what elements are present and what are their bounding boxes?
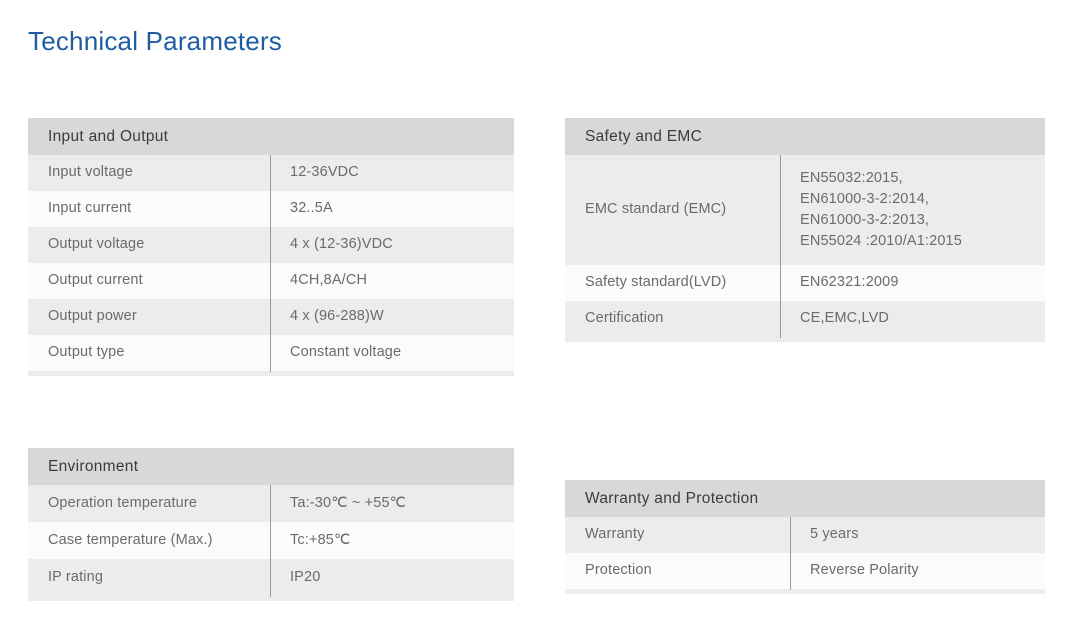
table-row: Operation temperature Ta:-30℃ ~ +55℃ xyxy=(28,485,514,522)
table-environment: Environment Operation temperature Ta:-30… xyxy=(28,448,514,601)
row-value: Constant voltage xyxy=(290,344,402,361)
table-header-warranty-and-protection: Warranty and Protection xyxy=(565,480,1045,517)
table-row: Output power 4 x (96-288)W xyxy=(28,299,514,335)
table-body-safety-and-emc: EMC standard (EMC) EN55032:2015, EN61000… xyxy=(565,155,1045,342)
table-row: Input voltage 12-36VDC xyxy=(28,155,514,191)
row-label: Output current xyxy=(48,272,143,289)
row-label: Output voltage xyxy=(48,236,145,253)
row-value: 4 x (12-36)VDC xyxy=(290,236,393,253)
row-value: Ta:-30℃ ~ +55℃ xyxy=(290,494,407,511)
table-row: Input current 32..5A xyxy=(28,191,514,227)
row-label: Certification xyxy=(585,310,664,327)
table-warranty-and-protection: Warranty and Protection Warranty 5 years… xyxy=(565,480,1045,594)
table-row: Case temperature (Max.) Tc:+85℃ xyxy=(28,522,514,559)
row-value: 32..5A xyxy=(290,200,333,217)
row-value: Reverse Polarity xyxy=(810,562,919,579)
row-label: Input current xyxy=(48,200,132,217)
row-label: Output power xyxy=(48,308,137,325)
table-row: Certification CE,EMC,LVD xyxy=(565,301,1045,337)
row-value: EN55032:2015, EN61000-3-2:2014, EN61000-… xyxy=(800,169,962,250)
row-label: IP rating xyxy=(48,568,104,585)
table-footer-strip xyxy=(565,589,1045,594)
table-footer-strip xyxy=(28,596,514,601)
table-row: Output current 4CH,8A/CH xyxy=(28,263,514,299)
page-title: Technical Parameters xyxy=(28,26,282,56)
row-value: EN62321:2009 xyxy=(800,274,899,291)
row-value: 12-36VDC xyxy=(290,164,359,181)
table-header-input-and-output: Input and Output xyxy=(28,118,514,155)
table-body-warranty-and-protection: Warranty 5 years Protection Reverse Pola… xyxy=(565,517,1045,594)
table-row: Output type Constant voltage xyxy=(28,335,514,371)
table-safety-and-emc: Safety and EMC EMC standard (EMC) EN5503… xyxy=(565,118,1045,342)
table-row: Safety standard(LVD) EN62321:2009 xyxy=(565,265,1045,301)
table-row: EMC standard (EMC) EN55032:2015, EN61000… xyxy=(565,155,1045,265)
row-value: IP20 xyxy=(290,568,321,585)
row-value: 5 years xyxy=(810,526,859,543)
table-row: Warranty 5 years xyxy=(565,517,1045,553)
table-input-and-output: Input and Output Input voltage 12-36VDC … xyxy=(28,118,514,376)
row-label: Case temperature (Max.) xyxy=(48,531,213,548)
table-row: Protection Reverse Polarity xyxy=(565,553,1045,589)
row-label: Safety standard(LVD) xyxy=(585,274,727,291)
table-row: IP rating IP20 xyxy=(28,559,514,596)
table-footer-strip xyxy=(565,337,1045,342)
table-header-safety-and-emc: Safety and EMC xyxy=(565,118,1045,155)
row-value: Tc:+85℃ xyxy=(290,531,351,548)
row-label: Operation temperature xyxy=(48,494,198,511)
row-label: EMC standard (EMC) xyxy=(585,201,727,218)
row-label: Output type xyxy=(48,344,125,361)
row-value: 4 x (96-288)W xyxy=(290,308,384,325)
table-row: Output voltage 4 x (12-36)VDC xyxy=(28,227,514,263)
row-label: Protection xyxy=(585,562,652,579)
table-body-input-and-output: Input voltage 12-36VDC Input current 32.… xyxy=(28,155,514,376)
row-value: 4CH,8A/CH xyxy=(290,272,368,289)
table-header-environment: Environment xyxy=(28,448,514,485)
row-label: Input voltage xyxy=(48,164,133,181)
row-label: Warranty xyxy=(585,526,645,543)
table-body-environment: Operation temperature Ta:-30℃ ~ +55℃ Cas… xyxy=(28,485,514,601)
table-footer-strip xyxy=(28,371,514,376)
row-value: CE,EMC,LVD xyxy=(800,310,890,327)
